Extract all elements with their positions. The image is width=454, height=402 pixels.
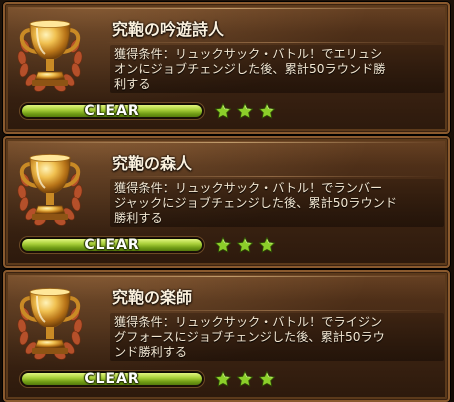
description-line: 獲得条件：リュックサック・バトル！でエリュシ — [114, 47, 383, 61]
title-divider — [105, 176, 440, 177]
trophy-icon — [11, 146, 89, 236]
description-line: ンド勝利する — [114, 345, 188, 359]
star-icon — [258, 370, 276, 388]
description-line: オンにジョブチェンジした後、累計50ラウンド勝 — [114, 62, 386, 76]
progress-bar: CLEAR — [20, 237, 204, 253]
description-line: 利する — [114, 77, 151, 91]
progress-bar: CLEAR — [20, 103, 204, 119]
achievement-description: 獲得条件：リュックサック・バトル！でランバー ジャックにジョブチェンジした後、累… — [110, 179, 444, 227]
star-icon — [236, 102, 254, 120]
achievement-title: 究鞄の楽師 — [112, 288, 193, 307]
star-icon — [214, 370, 232, 388]
star-icon — [258, 102, 276, 120]
star-rating — [214, 370, 276, 388]
achievement-card[interactable]: 究鞄の森人 獲得条件：リュックサック・バトル！でランバー ジャックにジョブチェン… — [3, 136, 450, 268]
achievement-card[interactable]: 究鞄の吟遊詩人 獲得条件：リュックサック・バトル！でエリュシ オンにジョブチェン… — [3, 2, 450, 134]
achievement-title: 究鞄の森人 — [112, 154, 193, 173]
achievement-list: 究鞄の吟遊詩人 獲得条件：リュックサック・バトル！でエリュシ オンにジョブチェン… — [0, 0, 454, 402]
title-divider — [105, 42, 440, 43]
trophy-icon — [11, 12, 89, 102]
description-line: 獲得条件：リュックサック・バトル！でランバー — [114, 181, 383, 195]
achievement-description: 獲得条件：リュックサック・バトル！でライジン グフォースにジョブチェンジした後、… — [110, 313, 444, 361]
description-line: 獲得条件：リュックサック・バトル！でライジン — [114, 315, 383, 329]
star-icon — [214, 236, 232, 254]
title-divider — [105, 310, 440, 311]
star-icon — [236, 236, 254, 254]
star-icon — [236, 370, 254, 388]
achievement-description: 獲得条件：リュックサック・バトル！でエリュシ オンにジョブチェンジした後、累計5… — [110, 45, 444, 93]
star-rating — [214, 102, 276, 120]
trophy-icon — [11, 280, 89, 370]
star-icon — [214, 102, 232, 120]
clear-label: CLEAR — [84, 103, 140, 119]
clear-label: CLEAR — [84, 371, 140, 387]
description-line: グフォースにジョブチェンジした後、累計50ラウ — [114, 330, 385, 344]
progress-bar: CLEAR — [20, 371, 204, 387]
star-icon — [258, 236, 276, 254]
star-rating — [214, 236, 276, 254]
description-line: 勝利する — [114, 211, 163, 225]
description-line: ジャックにジョブチェンジした後、累計50ラウンド — [114, 196, 398, 210]
achievement-title: 究鞄の吟遊詩人 — [112, 20, 225, 39]
achievement-card[interactable]: 究鞄の楽師 獲得条件：リュックサック・バトル！でライジン グフォースにジョブチェ… — [3, 270, 450, 402]
clear-label: CLEAR — [84, 237, 140, 253]
